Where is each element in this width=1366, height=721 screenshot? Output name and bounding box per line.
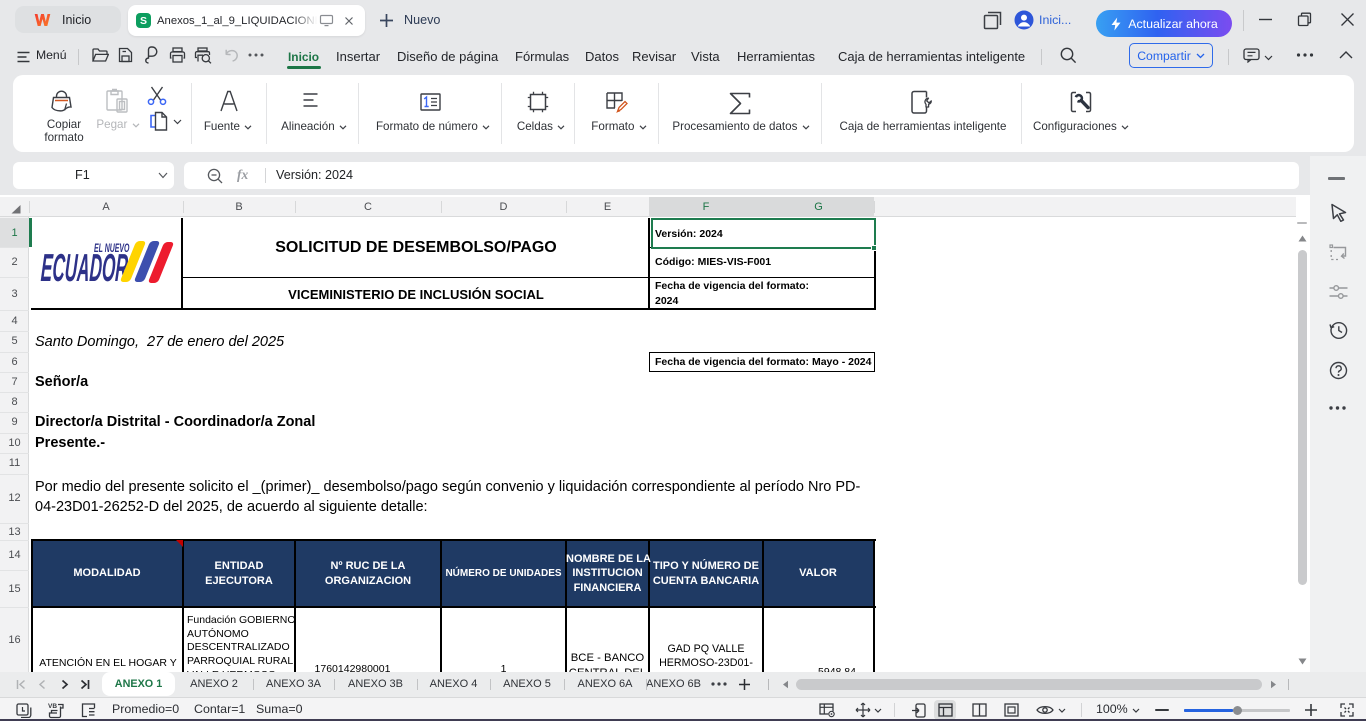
svg-text:VB: VB [48, 703, 57, 710]
